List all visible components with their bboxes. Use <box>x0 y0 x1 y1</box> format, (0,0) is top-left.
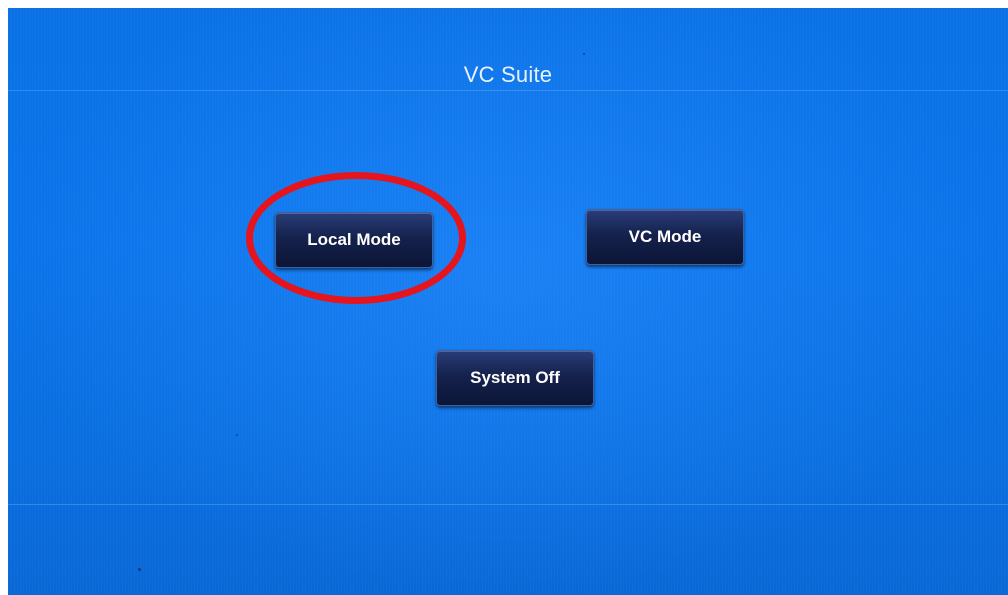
top-divider <box>8 90 1008 91</box>
screen-speck <box>138 568 141 571</box>
bottom-divider <box>8 504 1008 505</box>
screen-texture <box>8 8 1008 595</box>
touch-panel-screen: VC Suite Local Mode VC Mode System Off <box>8 8 1008 595</box>
local-mode-button[interactable]: Local Mode <box>275 212 433 268</box>
vc-mode-button[interactable]: VC Mode <box>586 209 744 265</box>
system-off-button[interactable]: System Off <box>436 350 594 406</box>
screen-speck <box>583 53 585 55</box>
page-title: VC Suite <box>463 62 553 87</box>
screen-speck <box>236 434 238 436</box>
